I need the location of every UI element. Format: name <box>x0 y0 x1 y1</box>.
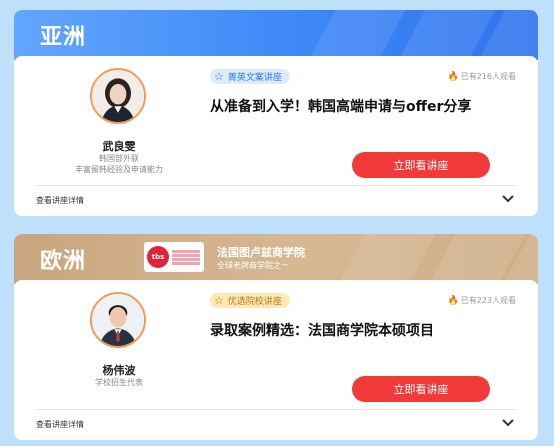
region-title-europe: 欧洲 <box>40 249 87 274</box>
star-icon: ☆ <box>214 70 224 83</box>
europe-header: 欧洲 tbs 法国图卢兹商学院 全球老牌商学院之一 <box>14 234 538 284</box>
lecture-card-europe[interactable]: 杨伟波 学校招生代表 ☆ 优选院校讲座 🔥 已有223人观看 录取案例精选：法国… <box>14 280 538 440</box>
divider <box>36 409 516 410</box>
lecture-tag-label: 菁英文案讲座 <box>227 73 282 83</box>
speaker-name: 杨伟波 <box>102 364 136 377</box>
fire-icon: 🔥 <box>447 71 459 82</box>
school-name: 法国图卢兹商学院 <box>217 246 305 259</box>
speaker-avatar <box>90 68 146 124</box>
watch-lecture-button[interactable]: 立即看讲座 <box>352 152 490 178</box>
lecture-tag: ☆ 菁英文案讲座 <box>210 69 290 84</box>
watch-lecture-button[interactable]: 立即看讲座 <box>352 376 490 402</box>
star-icon: ☆ <box>214 294 224 307</box>
chevron-down-icon[interactable] <box>502 194 514 204</box>
chevron-down-icon[interactable] <box>502 418 514 428</box>
view-details-link[interactable]: 查看讲座详情 <box>36 195 84 206</box>
speaker-title: 学校招生代表 <box>95 378 143 387</box>
view-details-link[interactable]: 查看讲座详情 <box>36 419 84 430</box>
europe-section: 欧洲 tbs 法国图卢兹商学院 全球老牌商学院之一 杨伟波 学校招生代表 ☆ 优… <box>14 234 538 440</box>
fire-icon: 🔥 <box>447 295 459 306</box>
school-subtitle: 全球老牌商学院之一 <box>217 261 289 270</box>
speaker-description: 丰富留韩经验及申请能力 <box>75 165 163 174</box>
school-logo: tbs <box>144 242 204 272</box>
divider <box>36 185 516 186</box>
speaker-name: 武良雯 <box>102 140 136 153</box>
view-count: 🔥 已有223人观看 <box>448 295 517 306</box>
school-logo-text: tbs <box>147 246 169 268</box>
lecture-title[interactable]: 从准备到入学！韩国高端申请与offer分享 <box>210 96 471 116</box>
speaker-avatar <box>90 292 146 348</box>
view-count: 🔥 已有216人观看 <box>448 71 517 82</box>
speaker-title: 韩国部外联 <box>99 154 139 163</box>
school-logo-lines <box>172 249 200 265</box>
lecture-tag-label: 优选院校讲座 <box>227 297 282 307</box>
asia-section: 亚洲 武良雯 韩国部外联 丰富留韩经验及申请能力 ☆ 菁英文案讲座 🔥 已有21… <box>14 10 538 216</box>
lecture-card-asia[interactable]: 武良雯 韩国部外联 丰富留韩经验及申请能力 ☆ 菁英文案讲座 🔥 已有216人观… <box>14 56 538 216</box>
lecture-title[interactable]: 录取案例精选：法国商学院本硕项目 <box>210 320 434 340</box>
view-count-label: 已有223人观看 <box>460 296 516 305</box>
asia-header: 亚洲 <box>14 10 538 60</box>
lecture-tag: ☆ 优选院校讲座 <box>210 293 290 308</box>
region-title-asia: 亚洲 <box>40 25 87 50</box>
view-count-label: 已有216人观看 <box>460 72 516 81</box>
